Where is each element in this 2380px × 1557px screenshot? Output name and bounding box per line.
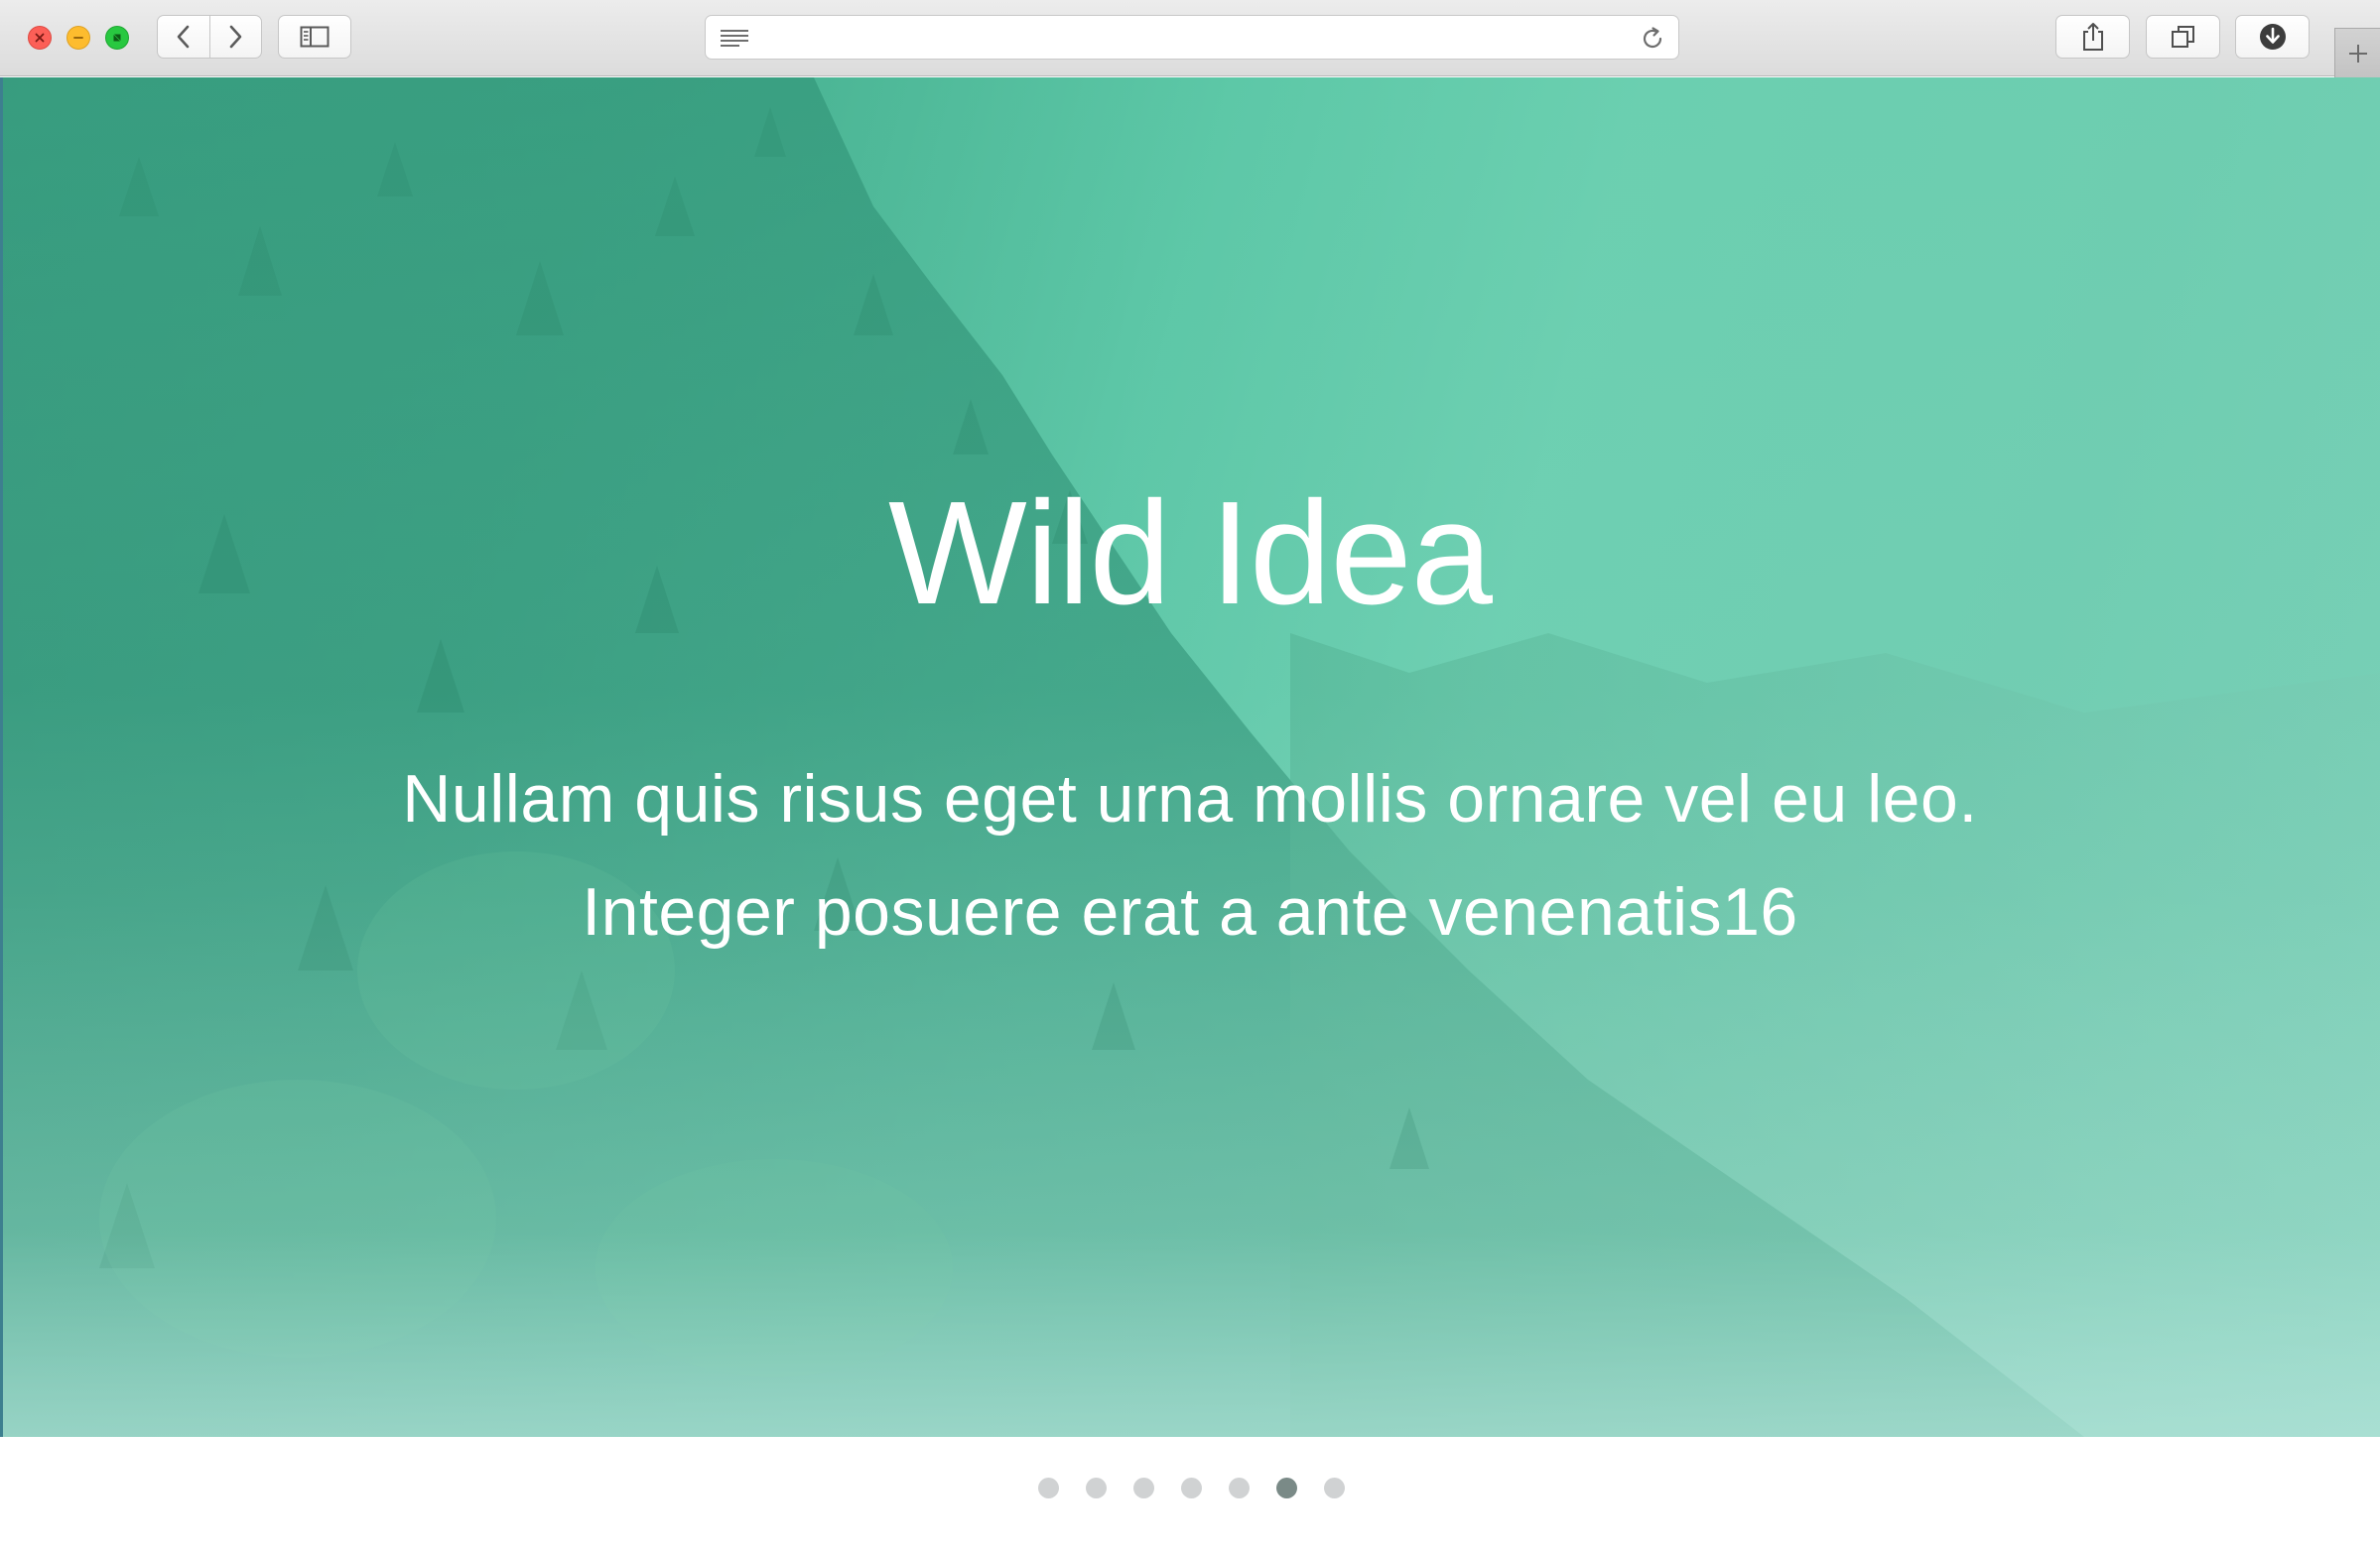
downloads-button[interactable] — [2235, 15, 2310, 59]
sidebar-toggle-button[interactable] — [278, 15, 351, 59]
fullscreen-icon — [113, 34, 121, 42]
share-button[interactable] — [2055, 15, 2130, 59]
plus-icon — [2348, 44, 2367, 63]
pagination-dot[interactable] — [1132, 1478, 1154, 1498]
url-input[interactable] — [761, 24, 1623, 52]
chevron-left-icon — [177, 25, 190, 49]
reload-icon[interactable] — [1639, 25, 1666, 53]
tabs-overview-icon — [2171, 26, 2194, 48]
window-edge — [0, 77, 3, 1437]
reader-icon[interactable] — [720, 28, 749, 50]
browser-toolbar — [0, 0, 2380, 77]
hero-subtitle-line-2: Integer posuere erat a ante venenatis16 — [582, 874, 1798, 950]
hero-subtitle-line-1: Nullam quis risus eget urna mollis ornar… — [402, 761, 1978, 837]
chevron-right-icon — [229, 25, 242, 49]
fullscreen-window-button[interactable] — [105, 26, 129, 50]
show-all-tabs-button[interactable] — [2146, 15, 2220, 59]
back-button[interactable] — [158, 16, 209, 58]
pagination-dots — [1037, 1478, 1345, 1498]
close-window-button[interactable] — [28, 26, 52, 50]
address-bar[interactable] — [705, 15, 1679, 60]
pagination-dot-active[interactable] — [1275, 1478, 1297, 1498]
minimize-icon — [73, 37, 83, 39]
pagination-dot[interactable] — [1323, 1478, 1345, 1498]
share-icon — [2082, 23, 2103, 51]
download-icon — [2259, 24, 2286, 50]
pagination-dot[interactable] — [1180, 1478, 1202, 1498]
new-tab-button[interactable] — [2334, 28, 2380, 77]
pagination-dot[interactable] — [1085, 1478, 1107, 1498]
hero-slide: Wild Idea Nullam quis risus eget urna mo… — [0, 77, 2380, 1437]
forward-button[interactable] — [208, 16, 262, 58]
pagination-dot[interactable] — [1228, 1478, 1250, 1498]
history-navigation — [157, 15, 262, 59]
sidebar-icon — [300, 26, 330, 48]
slide-pagination — [0, 1478, 2380, 1498]
pagination-dot[interactable] — [1037, 1478, 1059, 1498]
color-overlay — [0, 77, 2380, 1437]
close-icon — [35, 33, 45, 43]
hero-title: Wild Idea — [888, 471, 1493, 635]
minimize-window-button[interactable] — [66, 26, 90, 50]
